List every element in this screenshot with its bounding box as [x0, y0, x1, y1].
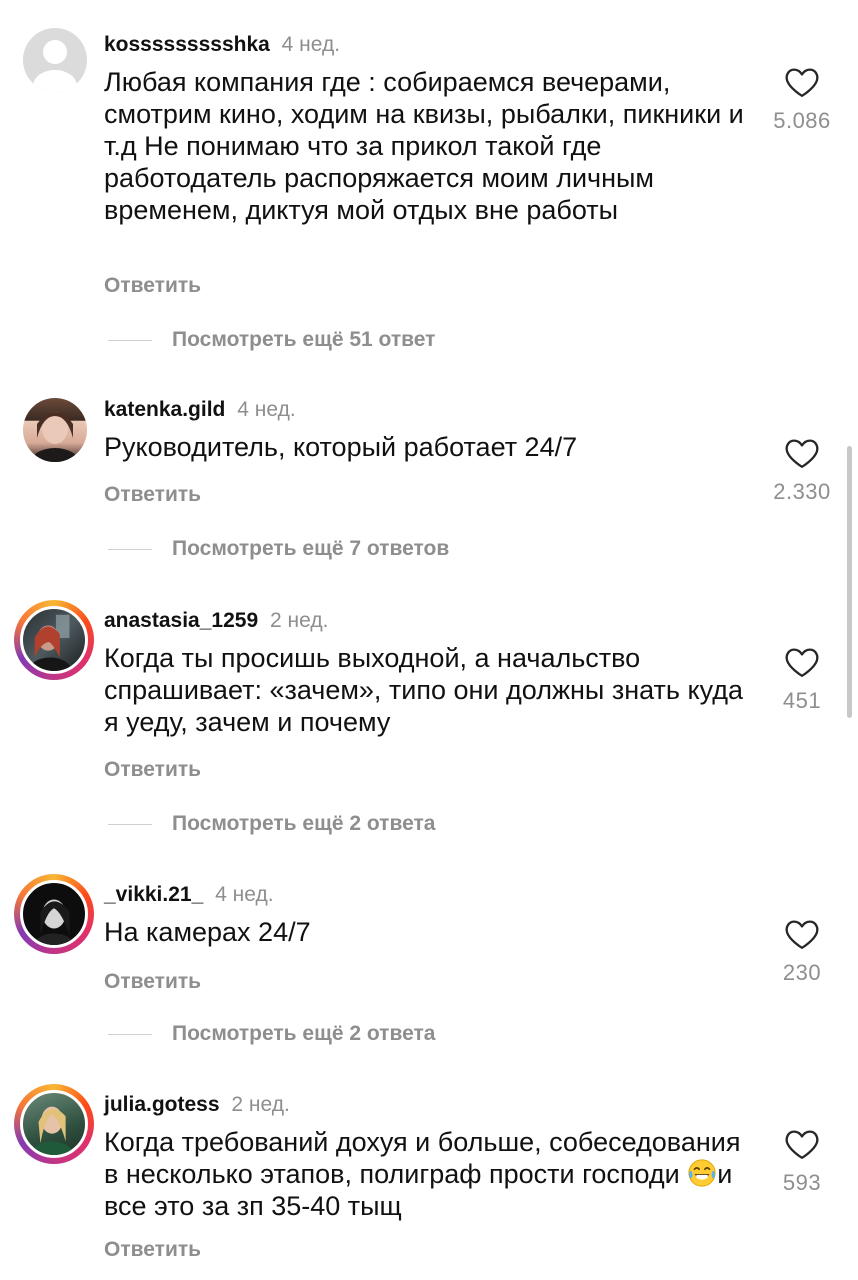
like-section: 593 — [752, 1128, 852, 1196]
comment-header: anastasia_1259 2 нед. — [104, 608, 328, 634]
username[interactable]: kossssssssshka — [104, 33, 270, 56]
view-replies-label: Посмотреть ещё 2 ответа — [172, 812, 436, 835]
avatar[interactable] — [22, 27, 88, 93]
user-photo — [28, 614, 72, 671]
reply-button[interactable]: Ответить — [104, 970, 201, 994]
like-section: 230 — [752, 918, 852, 986]
like-count: 2.330 — [773, 479, 831, 504]
avatar-story-ring[interactable] — [14, 1084, 94, 1164]
view-replies-button[interactable]: Посмотреть ещё 2 ответа — [108, 1022, 435, 1046]
heart-icon[interactable] — [784, 918, 820, 950]
like-section: 451 — [752, 646, 852, 714]
comment-text: Руководитель, который работает 24/7 — [104, 432, 578, 462]
username[interactable]: katenka.gild — [104, 398, 225, 421]
comment-text: На камерах 24/7 — [104, 917, 311, 947]
comment-text: Любая компания где : собираемся вечерами… — [104, 67, 744, 225]
user-photo — [31, 412, 79, 462]
comment-text: Когда требований дохуя и больше, собесед… — [104, 1126, 754, 1222]
comment-header: katenka.gild 4 нед. — [104, 397, 296, 423]
username[interactable]: julia.gotess — [104, 1093, 220, 1116]
view-replies-label: Посмотреть ещё 51 ответ — [172, 328, 436, 351]
divider — [108, 339, 152, 341]
heart-icon[interactable] — [784, 1128, 820, 1160]
tears-of-joy-emoji-icon — [688, 1159, 716, 1187]
avatar[interactable] — [22, 397, 88, 463]
comment-text-part: Когда требований дохуя и больше, собесед… — [104, 1127, 741, 1189]
reply-button[interactable]: Ответить — [104, 483, 201, 507]
reply-button[interactable]: Ответить — [104, 1238, 201, 1262]
default-person-icon — [33, 40, 77, 92]
user-photo — [30, 1106, 74, 1155]
like-count: 593 — [782, 1170, 822, 1195]
view-replies-button[interactable]: Посмотреть ещё 7 ответов — [108, 537, 449, 561]
timestamp: 2 нед. — [269, 609, 329, 632]
heart-icon[interactable] — [784, 66, 820, 98]
view-replies-button[interactable]: Посмотреть ещё 51 ответ — [108, 328, 435, 352]
user-photo — [34, 899, 74, 945]
timestamp: 2 нед. — [231, 1093, 290, 1116]
username[interactable]: _vikki.21_ — [104, 883, 203, 906]
comment-text: Когда ты просишь выходной, а начальство … — [104, 643, 743, 737]
username[interactable]: anastasia_1259 — [104, 609, 258, 632]
timestamp: 4 нед. — [237, 398, 296, 421]
like-count: 230 — [782, 960, 822, 985]
like-count: 5.086 — [773, 108, 831, 133]
like-section: 2.330 — [752, 437, 852, 505]
like-count: 451 — [782, 688, 822, 713]
scrollbar[interactable] — [847, 446, 852, 718]
divider — [108, 548, 152, 550]
reply-button[interactable]: Ответить — [104, 758, 201, 782]
view-replies-label: Посмотреть ещё 2 ответа — [172, 1022, 436, 1045]
view-replies-button[interactable]: Посмотреть ещё 2 ответа — [108, 812, 435, 836]
timestamp: 4 нед. — [281, 33, 341, 56]
heart-icon[interactable] — [784, 646, 820, 678]
comment-header: julia.gotess 2 нед. — [104, 1092, 290, 1118]
avatar-story-ring[interactable] — [14, 600, 94, 680]
comment-header: _vikki.21_ 4 нед. — [104, 882, 274, 908]
like-section: 5.086 — [752, 66, 852, 134]
reply-button[interactable]: Ответить — [104, 274, 201, 298]
heart-icon[interactable] — [784, 437, 820, 469]
avatar-story-ring[interactable] — [14, 874, 94, 954]
divider — [108, 823, 152, 825]
timestamp: 4 нед. — [215, 883, 274, 906]
view-replies-label: Посмотреть ещё 7 ответов — [172, 537, 450, 560]
comment-header: kossssssssshka 4 нед. — [104, 32, 340, 58]
divider — [108, 1033, 152, 1035]
